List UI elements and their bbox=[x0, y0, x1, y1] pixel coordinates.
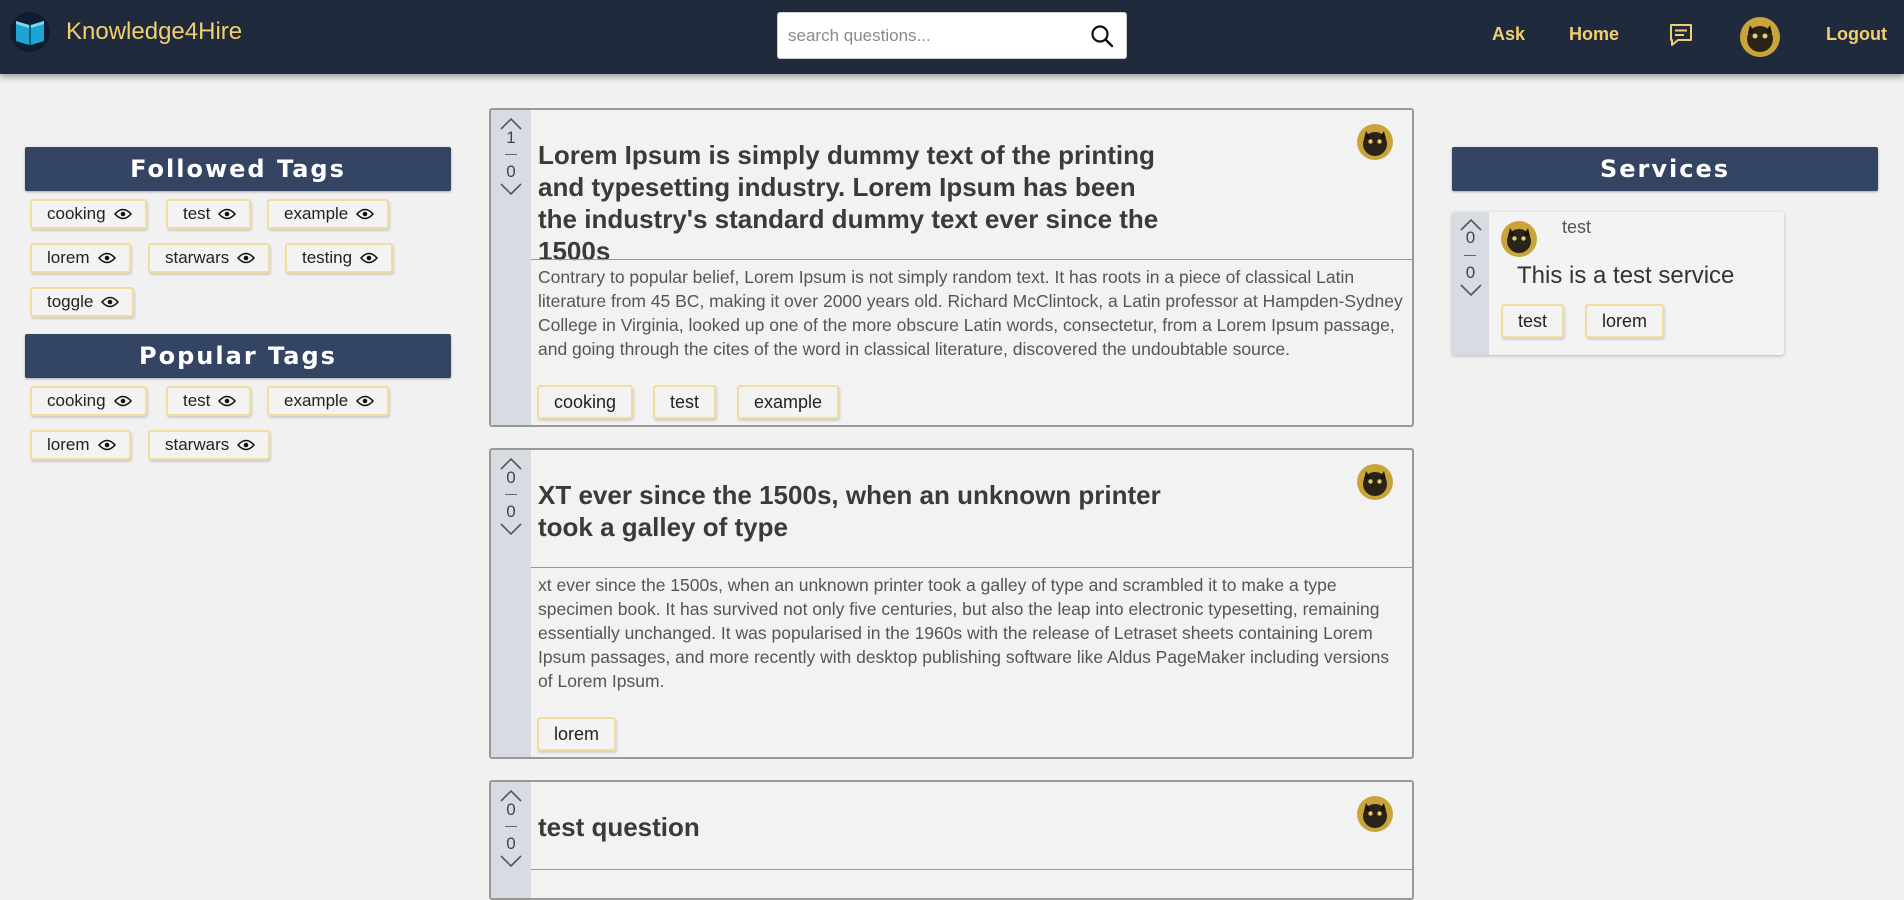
popular-tag-test[interactable]: test bbox=[166, 386, 252, 416]
question-divider bbox=[531, 259, 1412, 260]
popular-tag-lorem[interactable]: lorem bbox=[30, 430, 131, 460]
downvote-arrow-icon[interactable] bbox=[499, 181, 523, 200]
followed-tag-lorem[interactable]: lorem bbox=[30, 243, 131, 273]
followed-tag-example[interactable]: example bbox=[267, 199, 390, 229]
nav-ask-link[interactable]: Ask bbox=[1492, 24, 1525, 45]
eye-icon[interactable] bbox=[218, 395, 237, 407]
question-tag[interactable]: cooking bbox=[537, 385, 634, 419]
author-avatar[interactable] bbox=[1357, 124, 1393, 160]
tag-label: starwars bbox=[165, 435, 230, 454]
nav-logout-link[interactable]: Logout bbox=[1826, 24, 1887, 45]
brand-name[interactable]: Knowledge4Hire bbox=[66, 18, 242, 46]
vote-column: 0 0 bbox=[491, 450, 531, 757]
upvote-count: 0 bbox=[506, 800, 516, 819]
question-title[interactable]: Lorem Ipsum is simply dummy text of the … bbox=[538, 139, 1178, 267]
tag-label: test bbox=[183, 391, 211, 410]
search-box bbox=[777, 12, 1127, 59]
tag-label: example bbox=[284, 391, 349, 410]
vote-column: 0 0 bbox=[491, 782, 531, 898]
service-card[interactable]: 0 0 test This is a test service test lor… bbox=[1452, 212, 1784, 355]
search-icon[interactable] bbox=[1090, 24, 1114, 52]
service-tag[interactable]: test bbox=[1501, 304, 1565, 338]
upvote-count: 0 bbox=[1465, 228, 1476, 247]
tag-label: cooking bbox=[47, 391, 106, 410]
question-body: Contrary to popular belief, Lorem Ipsum … bbox=[538, 267, 1403, 359]
eye-icon[interactable] bbox=[97, 252, 116, 264]
followed-tags-header: Followed Tags bbox=[25, 147, 451, 191]
nav-home-link[interactable]: Home bbox=[1569, 24, 1619, 45]
tag-label: cooking bbox=[47, 204, 106, 223]
tag-label: starwars bbox=[165, 248, 230, 267]
followed-tag-testing[interactable]: testing bbox=[285, 243, 394, 273]
question-card[interactable]: 1 0 Lorem Ipsum is simply dummy text of … bbox=[489, 108, 1414, 427]
followed-tag-toggle[interactable]: toggle bbox=[30, 287, 135, 317]
downvote-count: 0 bbox=[1465, 263, 1476, 282]
popular-tag-example[interactable]: example bbox=[267, 386, 390, 416]
tag-label: lorem bbox=[47, 248, 90, 267]
service-description[interactable]: This is a test service bbox=[1517, 262, 1734, 290]
question-tag[interactable]: test bbox=[653, 385, 717, 419]
question-card[interactable]: 0 0 test question bbox=[489, 780, 1414, 900]
popular-tags-header: Popular Tags bbox=[25, 334, 451, 378]
eye-icon[interactable] bbox=[218, 208, 237, 220]
eye-icon[interactable] bbox=[360, 252, 379, 264]
popular-tag-cooking[interactable]: cooking bbox=[30, 386, 147, 416]
question-card[interactable]: 0 0 XT ever since the 1500s, when an unk… bbox=[489, 448, 1414, 759]
downvote-count: 0 bbox=[506, 834, 516, 853]
downvote-arrow-icon[interactable] bbox=[1459, 282, 1483, 301]
eye-icon[interactable] bbox=[356, 208, 375, 220]
tag-label: lorem bbox=[47, 435, 90, 454]
followed-tag-cooking[interactable]: cooking bbox=[30, 199, 147, 229]
upvote-count: 0 bbox=[506, 468, 516, 487]
question-tag[interactable]: lorem bbox=[537, 717, 617, 751]
open-book-icon bbox=[10, 12, 50, 52]
downvote-count: 0 bbox=[506, 502, 516, 521]
eye-icon[interactable] bbox=[237, 252, 256, 264]
upvote-count: 1 bbox=[506, 128, 516, 147]
tag-label: example bbox=[284, 204, 349, 223]
vote-column: 1 0 bbox=[491, 110, 531, 425]
tag-label: toggle bbox=[47, 292, 94, 311]
user-avatar[interactable] bbox=[1740, 17, 1780, 57]
vote-separator bbox=[505, 494, 517, 495]
downvote-count: 0 bbox=[506, 162, 516, 181]
brand[interactable]: Knowledge4Hire bbox=[10, 12, 242, 52]
popular-tag-starwars[interactable]: starwars bbox=[148, 430, 271, 460]
question-tag[interactable]: example bbox=[737, 385, 840, 419]
top-navbar: Knowledge4Hire Ask Home Logout bbox=[0, 0, 1904, 74]
question-divider bbox=[531, 869, 1412, 870]
tag-label: testing bbox=[302, 248, 353, 267]
eye-icon[interactable] bbox=[101, 296, 120, 308]
author-avatar[interactable] bbox=[1357, 464, 1393, 500]
author-avatar[interactable] bbox=[1357, 796, 1393, 832]
vote-separator bbox=[505, 154, 517, 155]
question-body: xt ever since the 1500s, when an unknown… bbox=[538, 575, 1390, 691]
service-owner-avatar[interactable] bbox=[1501, 221, 1537, 257]
eye-icon[interactable] bbox=[113, 395, 132, 407]
question-title[interactable]: test question bbox=[538, 811, 1178, 843]
search-input[interactable] bbox=[786, 22, 1080, 50]
downvote-arrow-icon[interactable] bbox=[499, 853, 523, 872]
tag-label: test bbox=[183, 204, 211, 223]
question-divider bbox=[531, 567, 1412, 568]
followed-tag-starwars[interactable]: starwars bbox=[148, 243, 271, 273]
service-owner-name[interactable]: test bbox=[1562, 217, 1591, 238]
vote-separator bbox=[1464, 255, 1476, 256]
followed-tag-test[interactable]: test bbox=[166, 199, 252, 229]
downvote-arrow-icon[interactable] bbox=[499, 521, 523, 540]
services-header: Services bbox=[1452, 147, 1878, 191]
vote-separator bbox=[505, 826, 517, 827]
service-tag[interactable]: lorem bbox=[1585, 304, 1665, 338]
question-title[interactable]: XT ever since the 1500s, when an unknown… bbox=[538, 479, 1178, 543]
eye-icon[interactable] bbox=[113, 208, 132, 220]
vote-column: 0 0 bbox=[1452, 212, 1489, 355]
chat-bubble-icon[interactable] bbox=[1668, 22, 1694, 52]
eye-icon[interactable] bbox=[356, 395, 375, 407]
eye-icon[interactable] bbox=[97, 439, 116, 451]
eye-icon[interactable] bbox=[237, 439, 256, 451]
